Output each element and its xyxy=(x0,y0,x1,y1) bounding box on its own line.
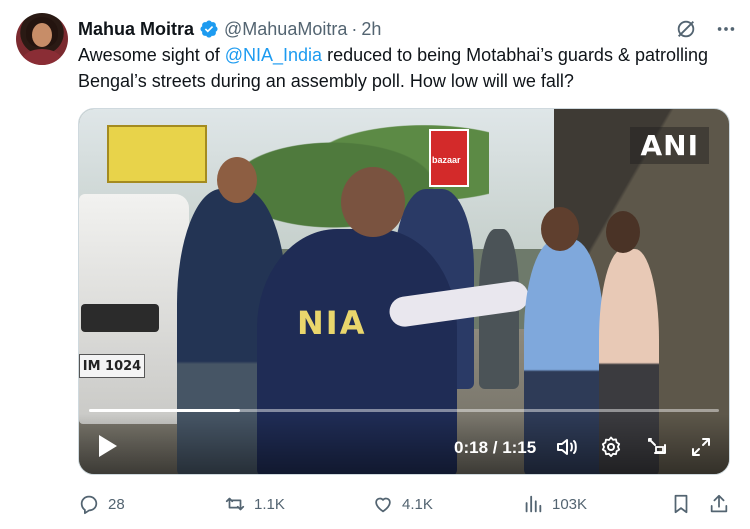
heart-icon xyxy=(375,497,391,513)
author-avatar[interactable] xyxy=(16,13,68,65)
video-progress-fill xyxy=(89,409,241,412)
author-name[interactable]: Mahua Moitra xyxy=(78,19,194,40)
settings-icon[interactable] xyxy=(599,435,623,459)
views-icon xyxy=(525,495,542,513)
license-plate: IM 1024 xyxy=(79,354,145,378)
separator-dot: · xyxy=(351,18,358,39)
share-button[interactable] xyxy=(708,491,738,517)
tweet-time[interactable]: 2h xyxy=(361,19,381,40)
suv-car: IM 1024 xyxy=(79,194,189,424)
views-button[interactable]: 103K xyxy=(522,491,587,517)
tweet-text: Awesome sight of @NIA_India reduced to b… xyxy=(78,42,738,94)
volume-icon[interactable] xyxy=(555,435,579,459)
mention-link[interactable]: @NIA_India xyxy=(225,45,322,65)
bookmark-button[interactable] xyxy=(670,491,700,517)
reply-button[interactable]: 28 xyxy=(78,491,125,517)
bazaar-text: bazaar xyxy=(432,155,461,165)
author-handle[interactable]: @MahuaMoitra xyxy=(224,19,347,40)
video-player[interactable]: bazaar IM 1024 NIA ANI 0:18 / 1:15 xyxy=(78,108,730,475)
bookmark-icon xyxy=(674,494,688,514)
video-controls xyxy=(79,414,729,474)
ani-watermark: ANI xyxy=(630,127,709,164)
tweet-header: Mahua Moitra @MahuaMoitra · 2h xyxy=(78,16,738,42)
like-button[interactable]: 4.1K xyxy=(372,491,433,517)
tweet-text-part: Awesome sight of xyxy=(78,45,225,65)
share-icon xyxy=(710,494,728,513)
tweet-actions: 28 1.1K 4.1K 103K xyxy=(78,491,738,517)
video-progress-bar[interactable] xyxy=(89,409,719,412)
play-icon[interactable] xyxy=(97,433,119,459)
like-count: 4.1K xyxy=(402,495,433,513)
grok-icon[interactable] xyxy=(674,17,698,41)
reply-icon xyxy=(80,495,98,515)
pip-icon[interactable] xyxy=(645,435,669,459)
billboard xyxy=(107,125,207,183)
reply-count: 28 xyxy=(108,495,125,513)
views-count: 103K xyxy=(552,495,588,513)
verified-badge-icon xyxy=(199,19,219,39)
nia-jacket-text: NIA xyxy=(297,304,367,342)
fullscreen-icon[interactable] xyxy=(689,435,713,459)
repost-icon xyxy=(225,497,245,511)
bazaar-sign: bazaar xyxy=(429,129,469,187)
repost-button[interactable]: 1.1K xyxy=(224,491,285,517)
more-options-icon[interactable] xyxy=(714,17,738,41)
video-timecode: 0:18 / 1:15 xyxy=(454,438,537,457)
repost-count: 1.1K xyxy=(254,495,285,513)
